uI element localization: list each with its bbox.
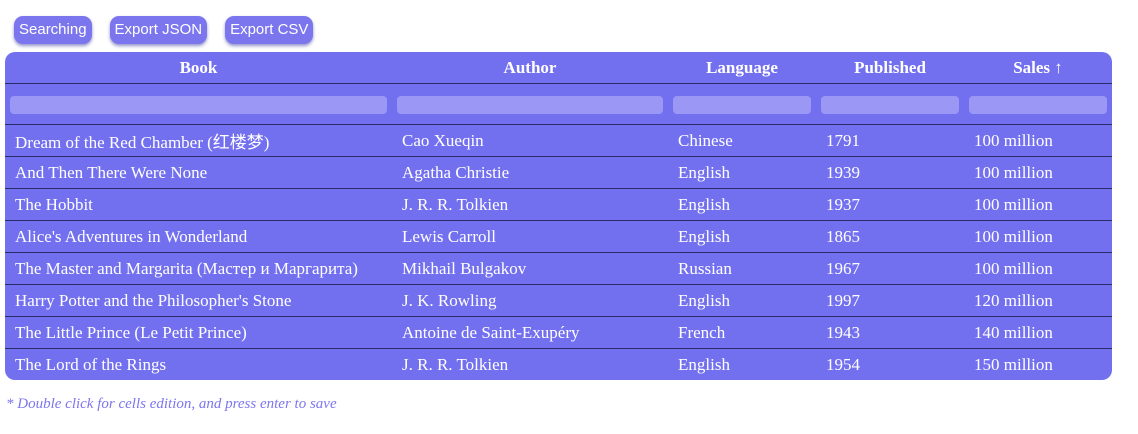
cell-author[interactable]: Lewis Carroll (392, 220, 668, 253)
column-header-published[interactable]: Published (816, 52, 964, 84)
header-row: Book Author Language Published Sales ↑ (5, 52, 1112, 84)
cell-language[interactable]: English (668, 220, 816, 253)
column-header-book[interactable]: Book (5, 52, 392, 84)
cell-book[interactable]: The Lord of the Rings (5, 349, 392, 381)
column-header-sales[interactable]: Sales ↑ (964, 52, 1112, 84)
cell-language[interactable]: Russian (668, 252, 816, 285)
table-row: Alice's Adventures in Wonderland Lewis C… (5, 220, 1112, 253)
cell-book[interactable]: Dream of the Red Chamber (红楼梦) (5, 124, 392, 157)
column-header-language[interactable]: Language (668, 52, 816, 84)
export-csv-button[interactable]: Export CSV (225, 16, 314, 44)
books-table: Book Author Language Published Sales ↑ D… (5, 52, 1112, 380)
cell-author[interactable]: Antoine de Saint-Exupéry (392, 316, 668, 349)
cell-book[interactable]: Alice's Adventures in Wonderland (5, 220, 392, 253)
filter-cell-published (816, 83, 964, 125)
filter-cell-language (668, 83, 816, 125)
cell-book[interactable]: And Then There Were None (5, 156, 392, 189)
cell-book[interactable]: The Hobbit (5, 188, 392, 221)
table-row: And Then There Were None Agatha Christie… (5, 156, 1112, 189)
table-row: The Lord of the Rings J. R. R. Tolkien E… (5, 349, 1112, 381)
cell-published[interactable]: 1954 (816, 349, 964, 381)
cell-author[interactable]: J. K. Rowling (392, 284, 668, 317)
books-table-container: Book Author Language Published Sales ↑ D… (5, 52, 1112, 380)
cell-sales[interactable]: 100 million (964, 252, 1112, 285)
cell-book[interactable]: The Little Prince (Le Petit Prince) (5, 316, 392, 349)
cell-author[interactable]: J. R. R. Tolkien (392, 349, 668, 381)
filter-cell-sales (964, 83, 1112, 125)
cell-sales[interactable]: 100 million (964, 220, 1112, 253)
filter-row (5, 83, 1112, 125)
table-row: The Hobbit J. R. R. Tolkien English 1937… (5, 188, 1112, 221)
cell-sales[interactable]: 100 million (964, 156, 1112, 189)
cell-language[interactable]: French (668, 316, 816, 349)
column-header-author[interactable]: Author (392, 52, 668, 84)
searching-button[interactable]: Searching (14, 16, 92, 44)
cell-sales[interactable]: 120 million (964, 284, 1112, 317)
toolbar: Searching Export JSON Export CSV (14, 16, 314, 44)
cell-book[interactable]: The Master and Margarita (Мастер и Марга… (5, 252, 392, 285)
cell-author[interactable]: J. R. R. Tolkien (392, 188, 668, 221)
cell-language[interactable]: Chinese (668, 124, 816, 157)
cell-published[interactable]: 1943 (816, 316, 964, 349)
cell-sales[interactable]: 150 million (964, 349, 1112, 381)
cell-published[interactable]: 1865 (816, 220, 964, 253)
cell-language[interactable]: English (668, 156, 816, 189)
cell-published[interactable]: 1997 (816, 284, 964, 317)
cell-sales[interactable]: 140 million (964, 316, 1112, 349)
cell-published[interactable]: 1939 (816, 156, 964, 189)
filter-input-published[interactable] (821, 96, 959, 114)
cell-author[interactable]: Mikhail Bulgakov (392, 252, 668, 285)
cell-author[interactable]: Agatha Christie (392, 156, 668, 189)
cell-book[interactable]: Harry Potter and the Philosopher's Stone (5, 284, 392, 317)
cell-language[interactable]: English (668, 349, 816, 381)
table-row: The Master and Margarita (Мастер и Марга… (5, 252, 1112, 285)
cell-published[interactable]: 1791 (816, 124, 964, 157)
cell-published[interactable]: 1967 (816, 252, 964, 285)
cell-author[interactable]: Cao Xueqin (392, 124, 668, 157)
table-row: The Little Prince (Le Petit Prince) Anto… (5, 316, 1112, 349)
cell-published[interactable]: 1937 (816, 188, 964, 221)
filter-input-book[interactable] (10, 96, 387, 114)
table-row: Dream of the Red Chamber (红楼梦) Cao Xueqi… (5, 124, 1112, 157)
filter-cell-book (5, 83, 392, 125)
cell-sales[interactable]: 100 million (964, 188, 1112, 221)
filter-input-sales[interactable] (969, 96, 1107, 114)
filter-input-language[interactable] (673, 96, 811, 114)
cell-language[interactable]: English (668, 188, 816, 221)
cell-sales[interactable]: 100 million (964, 124, 1112, 157)
filter-cell-author (392, 83, 668, 125)
export-json-button[interactable]: Export JSON (109, 16, 208, 44)
table-row: Harry Potter and the Philosopher's Stone… (5, 284, 1112, 317)
edit-hint-footnote: * Double click for cells edition, and pr… (6, 396, 337, 412)
filter-input-author[interactable] (397, 96, 663, 114)
cell-language[interactable]: English (668, 284, 816, 317)
